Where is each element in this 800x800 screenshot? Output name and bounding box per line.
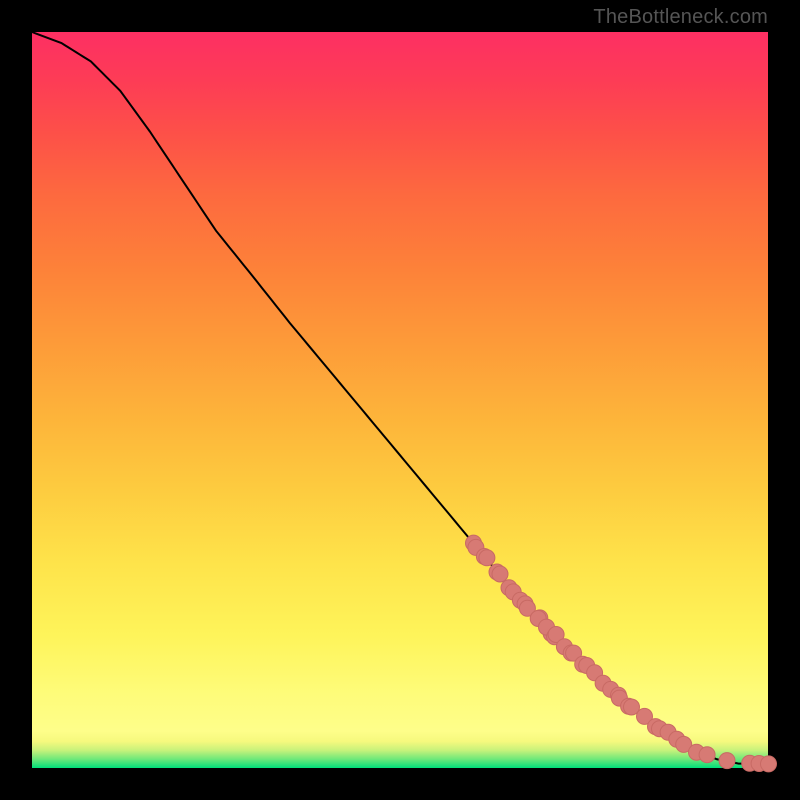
- chart-curve: [32, 32, 768, 764]
- curve-line: [32, 32, 768, 764]
- chart-overlay: [32, 32, 768, 768]
- data-point: [479, 550, 495, 566]
- chart-container: TheBottleneck.com: [0, 0, 800, 800]
- source-attribution: TheBottleneck.com: [593, 6, 768, 29]
- chart-points: [466, 535, 777, 772]
- data-point: [699, 747, 715, 763]
- data-point: [719, 753, 735, 769]
- data-point: [492, 566, 508, 582]
- data-point: [761, 756, 777, 772]
